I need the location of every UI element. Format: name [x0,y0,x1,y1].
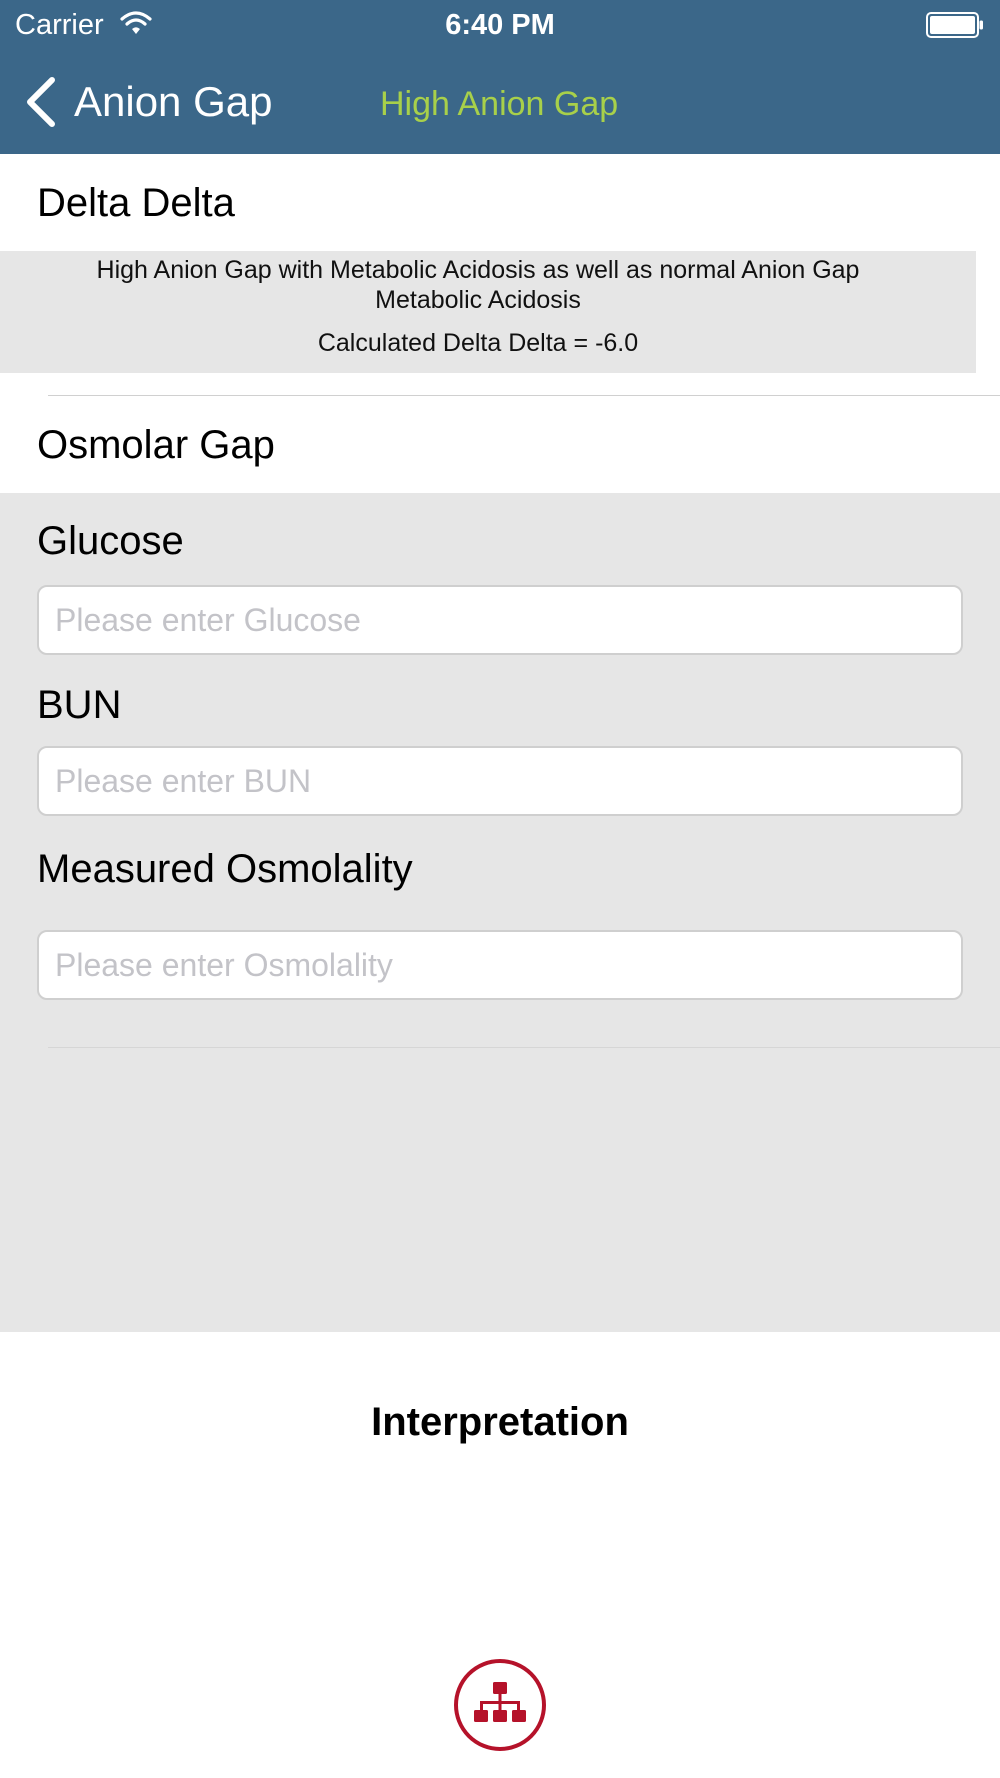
delta-delta-value: Calculated Delta Delta = -6.0 [317,329,639,357]
delta-delta-description: High Anion Gap with Metabolic Acidosis a… [96,256,860,314]
screen: Carrier 6:40 PM Anion Gap High Anion Gap… [0,0,1000,1778]
glucose-label: Glucose [37,519,184,563]
osmolar-gap-form: Glucose BUN Measured Osmolality [0,493,1000,1332]
navigation-bar: Carrier 6:40 PM Anion Gap High Anion Gap [0,0,1000,154]
separator [48,1047,1000,1048]
status-bar: Carrier 6:40 PM [0,0,1000,50]
back-button-label: Anion Gap [74,78,273,125]
battery-icon [926,12,983,38]
status-time: 6:40 PM [445,9,555,41]
glucose-input[interactable] [37,585,963,655]
section-spacer [0,373,1000,395]
delta-delta-header: Delta Delta [0,154,1000,251]
osmolar-gap-title: Osmolar Gap [37,423,275,467]
back-button[interactable]: Anion Gap [24,72,272,132]
chevron-left-icon [27,77,55,127]
delta-delta-result: High Anion Gap with Metabolic Acidosis a… [0,251,976,373]
sitemap-icon[interactable] [453,1658,547,1752]
bun-label: BUN [37,683,122,727]
osmolar-gap-header: Osmolar Gap [0,396,1000,493]
delta-delta-title: Delta Delta [37,181,235,225]
osmolality-label: Measured Osmolality [37,847,413,891]
page-title: High Anion Gap [380,85,619,123]
interpretation-title: Interpretation [371,1400,629,1444]
bun-input[interactable] [37,746,963,816]
osmolality-input[interactable] [37,930,963,1000]
